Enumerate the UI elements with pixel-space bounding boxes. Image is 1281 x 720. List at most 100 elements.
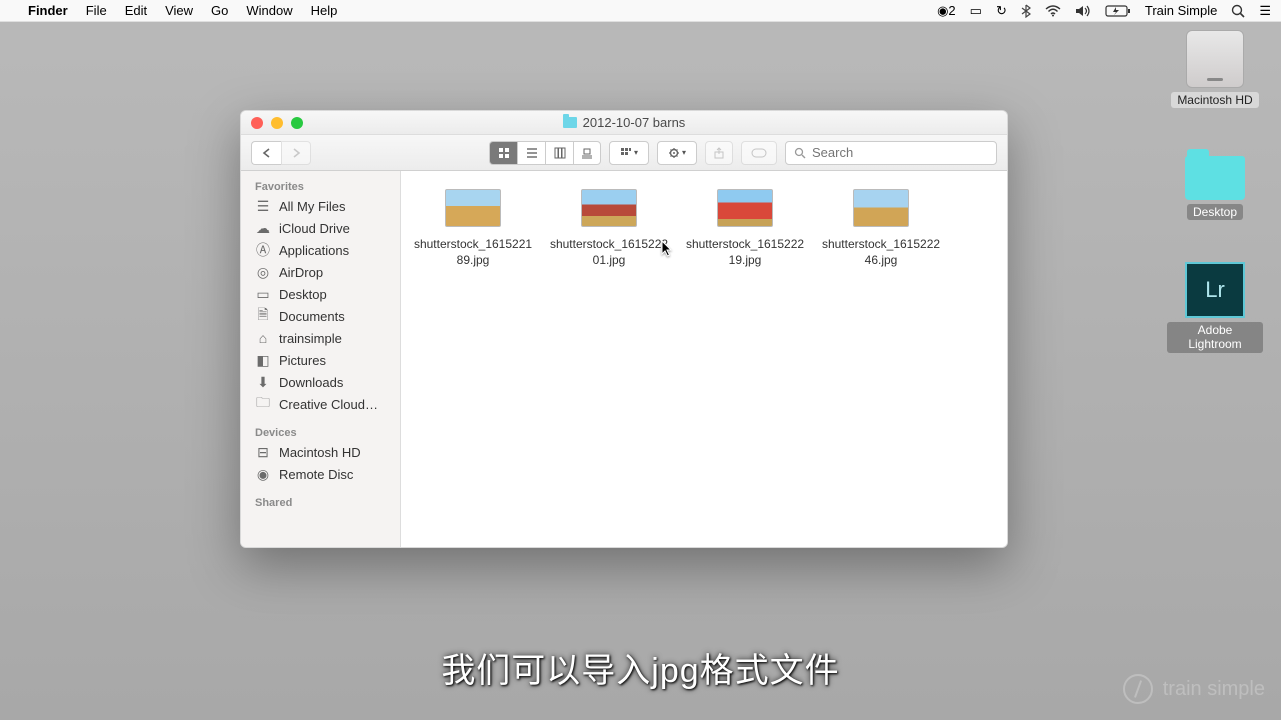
file-item[interactable]: shutterstock_161522201.jpg xyxy=(543,189,675,268)
user-menu[interactable]: Train Simple xyxy=(1145,3,1217,18)
wifi-icon[interactable] xyxy=(1045,5,1061,17)
search-input[interactable] xyxy=(812,145,988,160)
sidebar-downloads[interactable]: ⬇Downloads xyxy=(241,371,400,393)
nav-buttons xyxy=(251,141,311,165)
timemachine-icon[interactable]: ↻ xyxy=(996,3,1007,19)
documents-icon: 🗎 xyxy=(255,308,271,324)
desktop-hd-label: Macintosh HD xyxy=(1171,92,1258,108)
back-button[interactable] xyxy=(251,141,281,165)
titlebar[interactable]: 2012-10-07 barns xyxy=(241,111,1007,135)
lightroom-icon: Lr xyxy=(1185,262,1245,318)
icloud-status-icon[interactable]: ◉ 2 xyxy=(937,3,956,19)
disc-icon: ◉ xyxy=(255,466,271,482)
menu-window[interactable]: Window xyxy=(246,3,292,18)
bluetooth-icon[interactable] xyxy=(1021,4,1031,18)
menu-edit[interactable]: Edit xyxy=(125,3,147,18)
search-icon xyxy=(794,147,806,159)
downloads-icon: ⬇ xyxy=(255,374,271,390)
hard-drive-icon xyxy=(1186,30,1244,88)
sidebar: Favorites ☰All My Files ☁iCloud Drive ⒶA… xyxy=(241,171,401,547)
desktop-lightroom[interactable]: Lr Adobe Lightroom xyxy=(1167,262,1263,353)
sidebar-all-my-files[interactable]: ☰All My Files xyxy=(241,195,400,217)
file-name: shutterstock_161522219.jpg xyxy=(679,237,811,268)
coverflow-view-button[interactable] xyxy=(573,141,601,165)
menu-go[interactable]: Go xyxy=(211,3,228,18)
watermark-right: train simple xyxy=(1123,674,1265,704)
subtitle-caption: 我们可以导入jpg格式文件 xyxy=(441,643,839,692)
sidebar-remote-disc[interactable]: ◉Remote Disc xyxy=(241,463,400,485)
desktop-folder[interactable]: Desktop xyxy=(1167,148,1263,220)
airdrop-icon: ◎ xyxy=(255,264,271,280)
file-name: shutterstock_161522189.jpg xyxy=(407,237,539,268)
file-item[interactable]: shutterstock_161522189.jpg xyxy=(407,189,539,268)
desktop-folder-label: Desktop xyxy=(1187,204,1243,220)
home-icon: ⌂ xyxy=(255,330,271,346)
file-thumbnail-icon xyxy=(445,189,501,227)
sidebar-desktop[interactable]: ▭Desktop xyxy=(241,283,400,305)
share-button[interactable] xyxy=(705,141,733,165)
folder-icon xyxy=(1185,156,1245,200)
file-item[interactable]: shutterstock_161522246.jpg xyxy=(815,189,947,268)
arrange-button[interactable]: ▾ xyxy=(609,141,649,165)
close-button[interactable] xyxy=(251,117,263,129)
tags-button[interactable] xyxy=(741,141,777,165)
file-thumbnail-icon xyxy=(581,189,637,227)
all-files-icon: ☰ xyxy=(255,198,271,214)
column-view-button[interactable] xyxy=(545,141,573,165)
desktop-hd[interactable]: Macintosh HD xyxy=(1167,30,1263,108)
sidebar-macintosh-hd[interactable]: ⊟Macintosh HD xyxy=(241,441,400,463)
spotlight-icon[interactable] xyxy=(1231,4,1245,18)
menubar-left: Finder File Edit View Go Window Help xyxy=(10,3,337,18)
traffic-lights xyxy=(251,117,303,129)
sidebar-devices-header: Devices xyxy=(241,423,400,441)
icloud-count: 2 xyxy=(948,3,955,18)
sidebar-home[interactable]: ⌂trainsimple xyxy=(241,327,400,349)
menubar: Finder File Edit View Go Window Help ◉ 2… xyxy=(0,0,1281,22)
sidebar-shared-header: Shared xyxy=(241,493,400,511)
menu-file[interactable]: File xyxy=(86,3,107,18)
finder-body: Favorites ☰All My Files ☁iCloud Drive ⒶA… xyxy=(241,171,1007,547)
drive-icon: ⊟ xyxy=(255,444,271,460)
app-name[interactable]: Finder xyxy=(28,3,68,18)
window-title: 2012-10-07 barns xyxy=(563,115,686,130)
cloud-icon: ☁ xyxy=(255,220,271,236)
list-view-button[interactable] xyxy=(517,141,545,165)
sidebar-documents[interactable]: 🗎Documents xyxy=(241,305,400,327)
menu-help[interactable]: Help xyxy=(311,3,338,18)
sidebar-airdrop[interactable]: ◎AirDrop xyxy=(241,261,400,283)
desktop-lr-label: Adobe Lightroom xyxy=(1167,322,1263,353)
file-grid[interactable]: shutterstock_161522189.jpg shutterstock_… xyxy=(401,171,1007,547)
finder-window: 2012-10-07 barns xyxy=(240,110,1008,548)
sidebar-pictures[interactable]: ◧Pictures xyxy=(241,349,400,371)
menu-view[interactable]: View xyxy=(165,3,193,18)
folder-small-icon: 🗀 xyxy=(255,396,271,412)
volume-icon[interactable] xyxy=(1075,5,1091,17)
zoom-button[interactable] xyxy=(291,117,303,129)
airplay-icon[interactable]: ▭ xyxy=(970,3,982,19)
minimize-button[interactable] xyxy=(271,117,283,129)
title-folder-icon xyxy=(563,117,577,128)
search-field[interactable] xyxy=(785,141,997,165)
file-name: shutterstock_161522201.jpg xyxy=(543,237,675,268)
window-title-text: 2012-10-07 barns xyxy=(583,115,686,130)
sidebar-creative-cloud[interactable]: 🗀Creative Cloud… xyxy=(241,393,400,415)
icon-view-button[interactable] xyxy=(489,141,517,165)
battery-icon[interactable] xyxy=(1105,5,1131,17)
sidebar-applications[interactable]: ⒶApplications xyxy=(241,239,400,261)
watermark-text: train simple xyxy=(1163,678,1265,701)
pictures-icon: ◧ xyxy=(255,352,271,368)
sidebar-favorites-header: Favorites xyxy=(241,177,400,195)
file-thumbnail-icon xyxy=(853,189,909,227)
action-button[interactable]: ▾ xyxy=(657,141,697,165)
toolbar: ▾ ▾ xyxy=(241,135,1007,171)
file-thumbnail-icon xyxy=(717,189,773,227)
file-name: shutterstock_161522246.jpg xyxy=(815,237,947,268)
watermark-logo-icon xyxy=(1123,674,1153,704)
forward-button[interactable] xyxy=(281,141,311,165)
file-item[interactable]: shutterstock_161522219.jpg xyxy=(679,189,811,268)
menubar-right: ◉ 2 ▭ ↻ Train Simple ☰ xyxy=(937,3,1271,19)
sidebar-icloud[interactable]: ☁iCloud Drive xyxy=(241,217,400,239)
apps-icon: Ⓐ xyxy=(255,242,271,258)
notification-center-icon[interactable]: ☰ xyxy=(1259,3,1271,19)
desktop-icon: ▭ xyxy=(255,286,271,302)
